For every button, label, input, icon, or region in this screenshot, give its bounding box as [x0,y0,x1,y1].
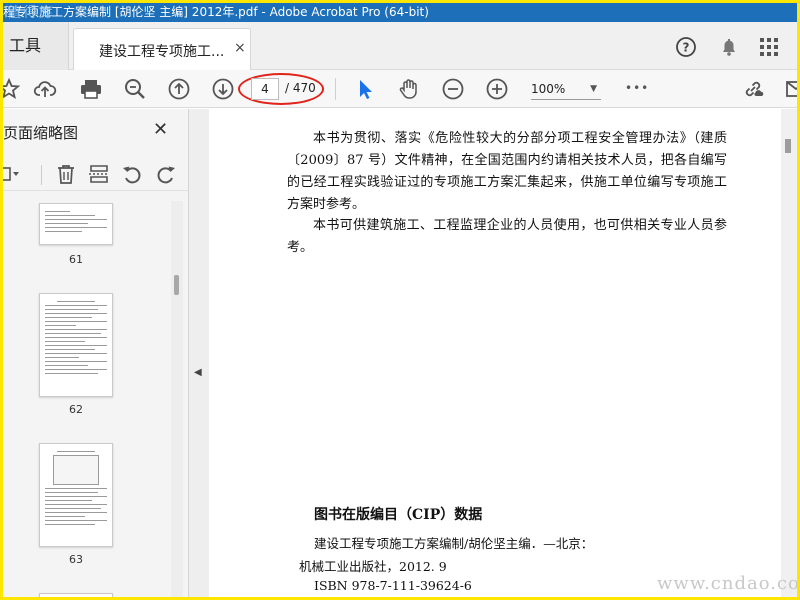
close-panel-icon[interactable]: ✕ [153,119,168,140]
apps-grid-icon[interactable] [758,36,780,58]
scrollbar-thumb[interactable] [174,275,179,295]
zoom-out-icon[interactable] [441,77,465,101]
tab-tools[interactable]: 工具 [3,22,69,70]
hand-tool-icon[interactable] [397,77,421,101]
main-toolbar: 4 / 470 100% ▼ ••• [3,70,797,108]
title-watermark: 值得库 [7,5,55,21]
tab-document[interactable]: 建设工程专项施工... × [73,28,251,70]
pdf-page: 本书为贯彻、落实《危险性较大的分部分项工程安全管理办法》（建质〔2009〕87 … [209,109,789,597]
thumbnail-page-63[interactable] [39,443,113,547]
more-tools-icon[interactable]: ••• [625,81,649,95]
rotate-left-icon[interactable] [121,163,143,185]
thumbnail-scrollbar[interactable] [171,201,183,597]
page-thumbnails-panel: 页面缩略图 ✕ 61 62 63 [3,109,189,597]
chevron-down-icon: ▼ [590,84,597,94]
thumbnail-label: 62 [69,403,83,416]
thumbnail-label: 61 [69,253,83,266]
title-bar: 程专项施工方案编制 [胡伦坚 主编] 2012年.pdf - Adobe Acr… [3,3,797,22]
document-view: 本书为贯彻、落实《危险性较大的分部分项工程安全管理办法》（建质〔2009〕87 … [209,109,797,597]
upload-cloud-icon[interactable] [33,77,57,101]
close-tab-icon[interactable]: × [234,40,246,56]
acrobat-window: 程专项施工方案编制 [胡伦坚 主编] 2012年.pdf - Adobe Acr… [3,3,797,597]
thumbnail-page-61[interactable] [39,203,113,245]
zoom-level-dropdown[interactable]: 100% ▼ [531,78,601,100]
help-icon[interactable]: ? [675,36,697,58]
next-page-icon[interactable] [211,77,235,101]
thumbnail-page-64[interactable] [39,593,113,597]
collapse-panel-icon[interactable]: ◀ [194,367,202,378]
panel-gutter: ◀ [189,109,209,597]
thumbnail-label: 63 [69,553,83,566]
thumbnail-list: 61 62 63 [3,201,175,597]
cip-line: ISBN 978-7-111-39624-6 [314,578,472,593]
print-icon[interactable] [79,77,103,101]
search-zoom-icon[interactable] [123,77,147,101]
options-menu-icon[interactable] [3,163,21,185]
select-cursor-icon[interactable] [353,77,377,101]
toolbar-divider [41,165,42,185]
email-icon[interactable] [785,77,797,101]
delete-page-icon[interactable] [55,163,77,185]
panel-title: 页面缩略图 [3,124,79,142]
previous-page-icon[interactable] [167,77,191,101]
toolbar-divider [335,78,336,100]
site-watermark: www.cndao.com [657,573,797,594]
svg-text:?: ? [683,41,690,55]
cip-heading: 图书在版编目（CIP）数据 [314,507,483,523]
zoom-in-icon[interactable] [485,77,509,101]
page-total: / 470 [285,81,316,95]
rotate-right-icon[interactable] [155,163,177,185]
notification-bell-icon[interactable] [718,36,740,58]
cip-line: 机械工业出版社，2012. 9 [299,559,447,574]
preface-paragraph: 本书可供建筑施工、工程监理企业的人员使用，也可供相关专业人员参考。 [287,218,727,255]
window-title: 程专项施工方案编制 [胡伦坚 主编] 2012年.pdf - Adobe Acr… [3,5,429,19]
tab-bar: 工具 建设工程专项施工... × ? [3,22,797,70]
share-link-icon[interactable] [741,77,765,101]
document-tab-label: 建设工程专项施工... [99,44,225,60]
zoom-level-value: 100% [531,82,566,96]
cip-line: 建设工程专项施工方案编制/胡伦坚主编．—北京： [314,536,594,551]
thumbnail-toolbar [3,157,189,191]
extract-page-icon[interactable] [88,163,110,185]
document-scrollbar[interactable] [781,109,797,597]
scrollbar-thumb[interactable] [785,139,791,153]
page-number-input[interactable]: 4 [251,78,279,100]
thumbnail-page-62[interactable] [39,293,113,397]
bookmark-star-icon[interactable] [3,77,21,101]
preface-paragraph: 本书为贯彻、落实《危险性较大的分部分项工程安全管理办法》（建质〔2009〕87 … [287,131,727,212]
